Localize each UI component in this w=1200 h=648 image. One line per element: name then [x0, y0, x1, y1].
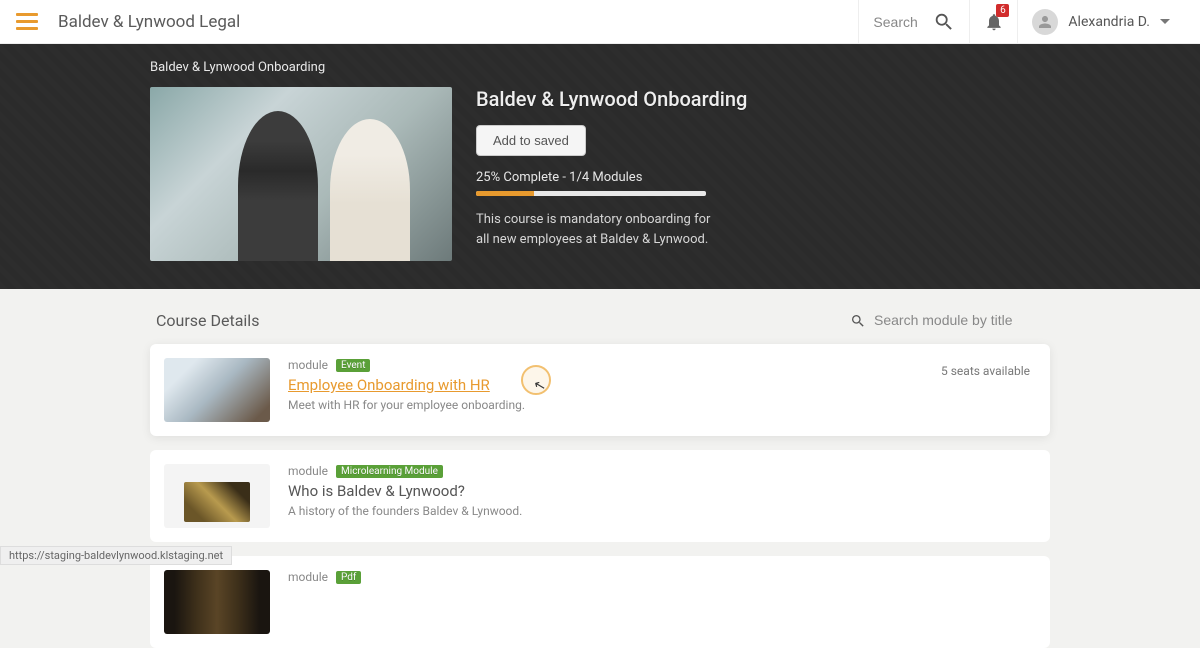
global-search[interactable]	[858, 0, 969, 43]
progress-text: 25% Complete - 1/4 Modules	[476, 170, 1050, 185]
notifications-button[interactable]: 6	[969, 0, 1017, 43]
progress-bar	[476, 191, 706, 196]
search-input[interactable]	[873, 14, 923, 30]
course-description: This course is mandatory onboarding for …	[476, 210, 716, 249]
status-bar-url: https://staging-baldevlynwood.klstaging.…	[0, 546, 232, 565]
course-title: Baldev & Lynwood Onboarding	[476, 87, 1050, 111]
notification-badge: 6	[996, 4, 1009, 17]
module-thumbnail	[164, 464, 270, 528]
module-search-input[interactable]	[874, 312, 1044, 329]
module-tag: Event	[336, 359, 370, 372]
module-card[interactable]: module Event Employee Onboarding with HR…	[150, 344, 1050, 436]
module-card[interactable]: module Microlearning Module Who is Balde…	[150, 450, 1050, 542]
user-name: Alexandria D.	[1068, 14, 1150, 30]
details-heading: Course Details	[156, 311, 259, 330]
search-icon[interactable]	[933, 11, 955, 33]
module-type-label: module	[288, 570, 328, 584]
module-thumbnail	[164, 358, 270, 422]
module-title[interactable]: Who is Baldev & Lynwood?	[288, 482, 1036, 500]
user-menu[interactable]: Alexandria D.	[1017, 0, 1184, 43]
search-icon	[850, 313, 866, 329]
header-right: 6 Alexandria D.	[858, 0, 1184, 43]
avatar	[1032, 9, 1058, 35]
module-type-label: module	[288, 358, 328, 372]
course-details: Course Details module Event Employee Onb…	[150, 289, 1050, 648]
module-description: A history of the founders Baldev & Lynwo…	[288, 504, 1036, 518]
progress-fill	[476, 191, 534, 196]
chevron-down-icon	[1160, 19, 1170, 24]
module-tag: Microlearning Module	[336, 465, 443, 478]
module-description: Meet with HR for your employee onboardin…	[288, 398, 1036, 412]
module-search[interactable]	[850, 312, 1044, 329]
course-hero-image	[150, 87, 452, 261]
module-title-link[interactable]: Employee Onboarding with HR	[288, 376, 1036, 394]
seats-available: 5 seats available	[941, 364, 1030, 378]
module-thumbnail	[164, 570, 270, 634]
module-type-label: module	[288, 464, 328, 478]
hamburger-menu-icon[interactable]	[16, 13, 38, 30]
breadcrumb[interactable]: Baldev & Lynwood Onboarding	[150, 60, 1050, 75]
module-card[interactable]: module Pdf	[150, 556, 1050, 648]
add-to-saved-button[interactable]: Add to saved	[476, 125, 586, 156]
module-tag: Pdf	[336, 571, 361, 584]
course-hero: Baldev & Lynwood Onboarding Baldev & Lyn…	[0, 44, 1200, 289]
brand-title: Baldev & Lynwood Legal	[58, 12, 240, 32]
top-header: Baldev & Lynwood Legal 6 Alexandria D.	[0, 0, 1200, 44]
